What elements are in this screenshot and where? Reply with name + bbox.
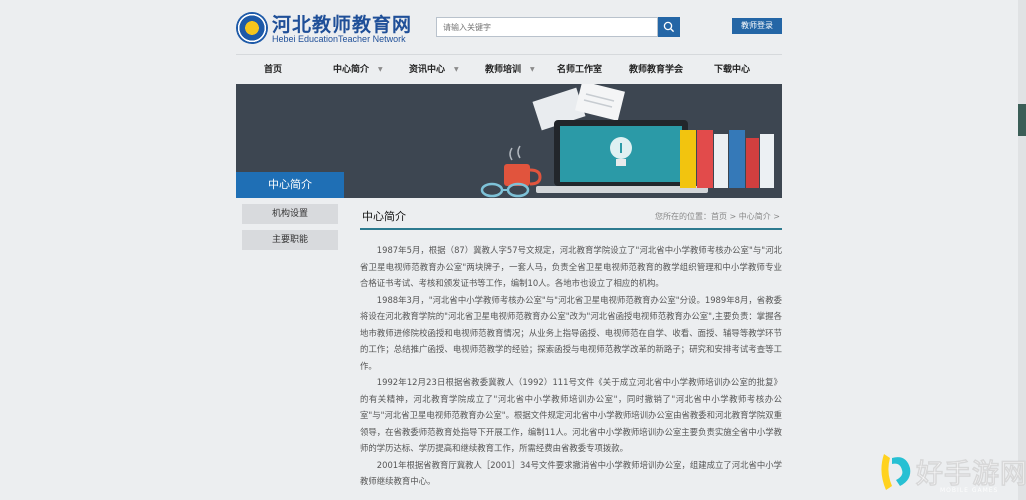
emblem-icon <box>236 12 268 44</box>
article-paragraph: 1988年3月，"河北省中小学教师考核办公室"与"河北省卫星电视师范教育办公室"… <box>360 294 782 371</box>
section-tab: 中心简介 <box>236 172 344 198</box>
nav-label: 教师培训 <box>485 65 522 75</box>
nav-item-center-intro[interactable]: 中心简介 ▼ <box>333 55 383 85</box>
content-header: 中心简介 您所在的位置：首页 > 中心简介 > <box>360 206 782 230</box>
sidebar: 机构设置 主要职能 <box>236 198 344 258</box>
nav-item-news[interactable]: 资讯中心 ▼ <box>409 55 459 85</box>
breadcrumb: 您所在的位置：首页 > 中心简介 > <box>654 212 780 221</box>
logo-title-en: Hebei EducationTeacher Network <box>272 34 406 44</box>
coffee-cup-icon <box>504 145 542 186</box>
nav-label: 名师工作室 <box>557 65 603 75</box>
caret-down-icon: ▼ <box>530 66 535 73</box>
nav-label: 资讯中心 <box>409 65 446 75</box>
sidebar-item-main-functions[interactable]: 主要职能 <box>242 230 338 250</box>
caret-down-icon: ▼ <box>378 66 383 73</box>
logo-title-cn: 河北教师教育网 <box>272 14 413 36</box>
search-input[interactable] <box>436 17 658 37</box>
article-paragraph: 2001年根据省教育厅冀教人［2001］34号文件要求撤消省中小学教师培训办公室… <box>360 459 782 487</box>
watermark-subtext: MOBILE GAMES <box>940 487 999 494</box>
search-bar <box>436 17 680 37</box>
books-icon <box>680 130 774 188</box>
main-nav: 首页 中心简介 ▼ 资讯中心 ▼ 教师培训 ▼ 名师工作室 教师教育学会 下载中心 <box>236 54 782 84</box>
teacher-login-button[interactable]: 教师登录 <box>732 18 782 34</box>
site-container: 河北教师教育网 Hebei EducationTeacher Network 教… <box>236 0 782 500</box>
search-icon <box>663 21 675 33</box>
watermark: 好手游网 MOBILE GAMES <box>878 446 1026 500</box>
main-content: 中心简介 您所在的位置：首页 > 中心简介 > 1987年5月，根据（87）冀教… <box>360 198 782 500</box>
nav-item-home[interactable]: 首页 <box>264 55 282 85</box>
article-paragraph: 1992年12月23日根据省教委冀教人（1992）111号文件《关于成立河北省中… <box>360 377 782 453</box>
watermark-logo-icon <box>881 454 911 490</box>
caret-down-icon: ▼ <box>454 66 459 73</box>
nav-label: 下载中心 <box>714 65 751 75</box>
page-background: 河北教师教育网 Hebei EducationTeacher Network 教… <box>0 0 1018 500</box>
scrollbar-thumb[interactable] <box>1018 104 1026 136</box>
hero-banner: 中心简介 <box>236 84 782 198</box>
nav-label: 中心简介 <box>333 65 370 75</box>
nav-label: 首页 <box>264 65 283 75</box>
article-body: 1987年5月，根据（87）冀教人字57号文规定，河北教育学院设立了"河北省中小… <box>360 242 782 490</box>
nav-item-downloads[interactable]: 下载中心 <box>714 55 750 85</box>
page-title: 中心简介 <box>362 210 406 223</box>
article-paragraph: 1987年5月，根据（87）冀教人字57号文规定，河北教育学院设立了"河北省中小… <box>360 245 782 288</box>
nav-label: 教师教育学会 <box>629 65 684 75</box>
scrollbar[interactable] <box>1018 0 1026 500</box>
nav-item-teacher-association[interactable]: 教师教育学会 <box>629 55 683 85</box>
site-logo[interactable]: 河北教师教育网 Hebei EducationTeacher Network <box>236 10 411 46</box>
nav-item-training[interactable]: 教师培训 ▼ <box>485 55 535 85</box>
search-button[interactable] <box>658 17 680 37</box>
site-header: 河北教师教育网 Hebei EducationTeacher Network 教… <box>236 0 782 52</box>
nav-item-master-studio[interactable]: 名师工作室 <box>557 55 602 85</box>
watermark-text: 好手游网 <box>916 459 1026 491</box>
sidebar-item-org-structure[interactable]: 机构设置 <box>242 204 338 224</box>
